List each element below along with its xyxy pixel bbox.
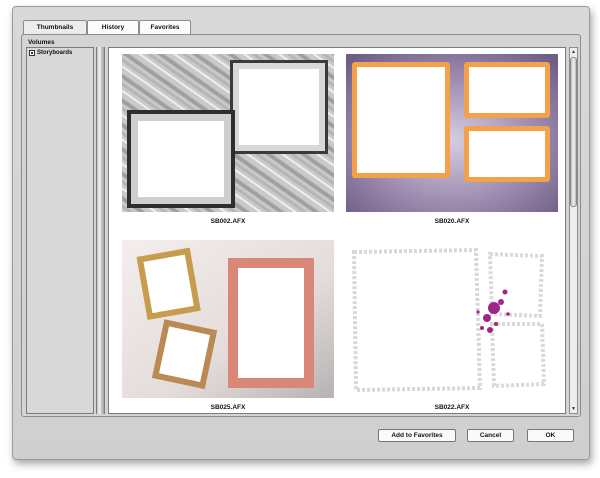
dialog-window: Thumbnails History Favorites Volumes Sto… — [12, 6, 590, 460]
vertical-scrollbar[interactable]: ▲ ▼ — [569, 47, 578, 414]
tab-bar: Thumbnails History Favorites — [23, 20, 191, 35]
thumbnail-caption: SB022.AFX — [434, 404, 470, 411]
tab-favorites[interactable]: Favorites — [139, 20, 191, 35]
tab-thumbnails[interactable]: Thumbnails — [23, 20, 87, 35]
tree-item-storyboards[interactable]: Storyboards — [29, 50, 72, 56]
folder-icon — [29, 50, 35, 56]
scroll-up-icon[interactable]: ▲ — [570, 48, 577, 56]
thumbnail-caption: SB002.AFX — [210, 218, 246, 225]
add-to-favorites-button[interactable]: Add to Favorites — [378, 429, 456, 442]
ok-button[interactable]: OK — [527, 429, 574, 442]
thumbnail-image — [122, 240, 334, 398]
pane-splitter[interactable] — [96, 47, 105, 414]
thumbnail-image — [346, 54, 558, 212]
cancel-button[interactable]: Cancel — [467, 429, 514, 442]
volumes-label: Volumes — [28, 39, 55, 46]
thumbnail-caption: SB020.AFX — [434, 218, 470, 225]
volume-tree: Storyboards — [26, 47, 94, 414]
tab-history[interactable]: History — [87, 20, 139, 35]
thumbnail-image — [122, 54, 334, 212]
content-panel: Volumes Storyboards SB002.AFX SB020.AFX … — [21, 34, 581, 417]
scroll-thumb[interactable] — [570, 57, 577, 207]
tree-item-label: Storyboards — [37, 50, 73, 56]
scroll-down-icon[interactable]: ▼ — [570, 405, 577, 413]
thumbnail-caption: SB025.AFX — [210, 404, 246, 411]
thumbnail-grid: SB002.AFX SB020.AFX SB025.AFX SB022.AFX — [108, 47, 566, 414]
thumbnail-image — [346, 240, 558, 398]
